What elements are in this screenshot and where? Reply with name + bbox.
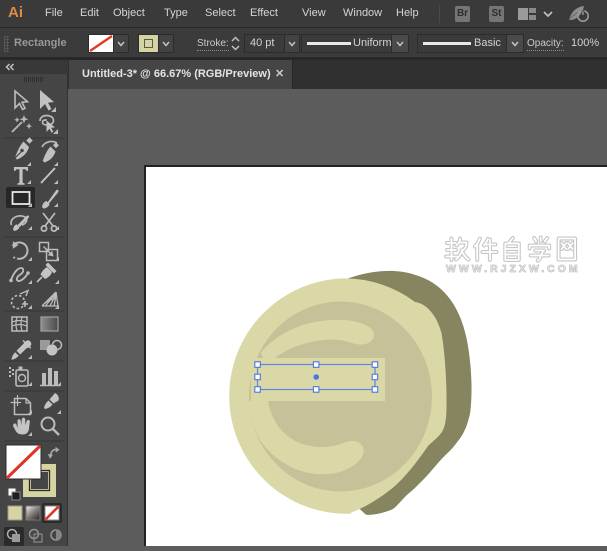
svg-text:WWW.RJZXW.COM: WWW.RJZXW.COM	[446, 263, 581, 275]
